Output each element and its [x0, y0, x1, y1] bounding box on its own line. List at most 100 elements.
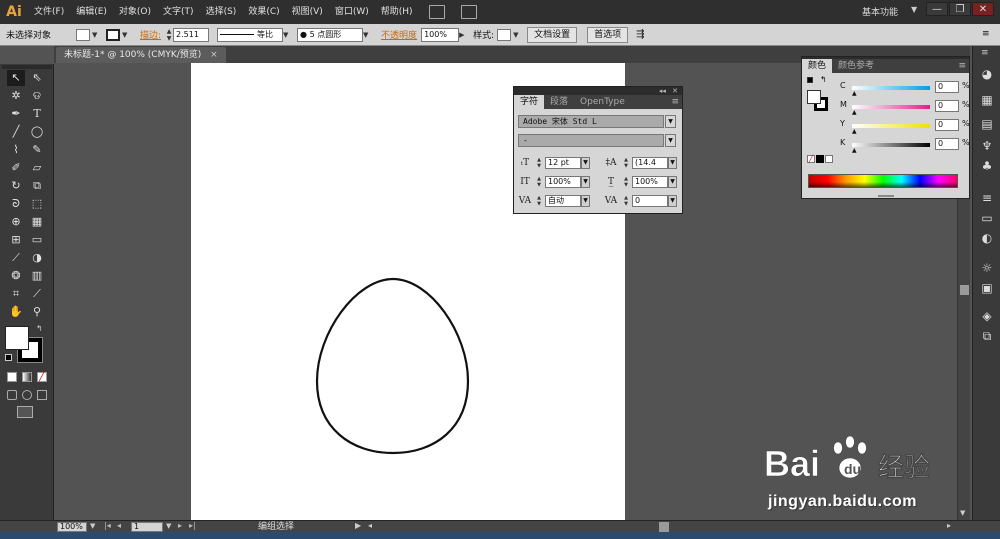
panel-fill-swatch[interactable] — [807, 90, 821, 104]
swap-colors-icon[interactable]: ↰ — [36, 324, 43, 333]
layers-panel-icon[interactable]: ◈ — [979, 308, 995, 324]
cyan-slider[interactable] — [852, 86, 930, 90]
maximize-button[interactable]: ❐ — [949, 2, 971, 16]
brush-select[interactable]: ● 5 点圆形 — [297, 27, 364, 42]
dock-menu-icon[interactable]: ≡ — [981, 48, 989, 58]
tracking-stepper[interactable]: ▲ ▼ — [622, 195, 630, 207]
previous-artboard-icon[interactable]: ◂ — [117, 521, 121, 530]
egg-path[interactable] — [315, 277, 470, 455]
slider-thumb-icon[interactable]: ▲ — [852, 147, 857, 154]
tab-opentype[interactable]: OpenType — [574, 95, 631, 109]
warp-tool-icon[interactable]: ᘐ — [7, 196, 25, 212]
stroke-profile-select[interactable]: 等比 — [217, 27, 284, 42]
column-graph-tool-icon[interactable]: ▥ — [28, 268, 46, 284]
menu-object[interactable]: 对象(O) — [113, 0, 157, 24]
tab-character[interactable]: 字符 — [514, 95, 545, 109]
direct-selection-tool-icon[interactable]: ⇖ — [28, 70, 46, 86]
chevron-down-icon[interactable]: ▼ — [122, 31, 130, 39]
none-color-swatch[interactable]: ╱ — [807, 155, 815, 163]
default-colors-icon[interactable] — [5, 354, 12, 361]
leading-stepper[interactable]: ▲ ▼ — [622, 157, 630, 169]
gradient-panel-icon[interactable]: ▭ — [979, 210, 995, 226]
chevron-down-icon[interactable]: ▶ — [459, 31, 467, 39]
chevron-down-icon[interactable]: ▼ — [363, 31, 371, 39]
chevron-down-icon[interactable]: ▼ — [665, 115, 676, 128]
transparency-panel-icon[interactable]: ◐ — [979, 230, 995, 246]
opacity-field[interactable]: 100% — [421, 27, 460, 42]
appearance-panel-icon[interactable]: ☼ — [979, 260, 995, 276]
menu-select[interactable]: 选择(S) — [200, 0, 243, 24]
arrange-documents-icon[interactable] — [460, 5, 477, 19]
symbols-panel-icon[interactable]: ♣ — [979, 158, 995, 174]
type-tool-icon[interactable]: T — [28, 106, 46, 122]
vertical-scale-field[interactable]: 100% — [545, 176, 581, 188]
menu-file[interactable]: 文件(F) — [28, 0, 70, 24]
slice-tool-icon[interactable]: ⟋ — [28, 286, 46, 302]
font-style-select[interactable]: - — [518, 134, 664, 147]
perspective-grid-tool-icon[interactable]: ▦ — [28, 214, 46, 230]
cyan-value-field[interactable]: 0 — [935, 81, 959, 93]
chevron-down-icon[interactable]: ▼ — [911, 5, 917, 14]
font-family-select[interactable]: Adobe 宋体 Std L — [518, 115, 664, 128]
kerning-stepper[interactable]: ▲ ▼ — [535, 195, 543, 207]
magenta-value-field[interactable]: 0 — [935, 100, 959, 112]
color-guide-panel-icon[interactable]: ▤ — [979, 116, 995, 132]
stroke-color-swatch[interactable] — [106, 28, 120, 41]
slider-thumb-icon[interactable]: ▲ — [852, 128, 857, 135]
close-icon[interactable]: ✕ — [672, 87, 678, 95]
gradient-mode-icon[interactable] — [22, 372, 32, 382]
tab-color[interactable]: 颜色 — [802, 59, 833, 73]
brushes-panel-icon[interactable]: ♆ — [979, 138, 995, 154]
leading-field[interactable]: (14.4 — [632, 157, 668, 169]
slider-thumb-icon[interactable]: ▲ — [852, 109, 857, 116]
panel-resize-grip[interactable] — [878, 195, 894, 197]
graphic-styles-panel-icon[interactable]: ▣ — [979, 280, 995, 296]
blob-brush-tool-icon[interactable]: ✐ — [7, 160, 25, 176]
swatches-panel-icon[interactable]: ▦ — [979, 92, 995, 108]
black-slider[interactable] — [852, 143, 930, 147]
horizontal-scroll-thumb[interactable] — [659, 522, 669, 532]
mesh-tool-icon[interactable]: ⊞ — [7, 232, 25, 248]
last-artboard-icon[interactable]: ▸| — [189, 521, 196, 530]
close-icon[interactable]: × — [210, 50, 218, 60]
screen-mode-icon[interactable] — [17, 406, 33, 418]
chevron-down-icon[interactable]: ▼ — [668, 157, 677, 169]
panel-titlebar[interactable]: ◂◂ ✕ — [514, 87, 682, 95]
status-menu-icon[interactable]: ▶ — [355, 521, 361, 530]
magic-wand-tool-icon[interactable]: ✲ — [7, 88, 25, 104]
menu-type[interactable]: 文字(T) — [157, 0, 200, 24]
menu-edit[interactable]: 编辑(E) — [70, 0, 113, 24]
draw-behind-icon[interactable] — [22, 390, 32, 400]
white-color-swatch[interactable] — [825, 155, 833, 163]
magenta-slider[interactable] — [852, 105, 930, 109]
lasso-tool-icon[interactable]: ଡ — [28, 88, 46, 104]
chevron-down-icon[interactable]: ▼ — [668, 176, 677, 188]
vertical-scale-stepper[interactable]: ▲ ▼ — [535, 176, 543, 188]
bridge-icon[interactable] — [428, 5, 445, 19]
scroll-left-icon[interactable]: ◂ — [368, 521, 372, 530]
blend-tool-icon[interactable]: ◑ — [28, 250, 46, 266]
chevron-down-icon[interactable]: ▼ — [513, 31, 521, 39]
chevron-down-icon[interactable]: ▼ — [581, 195, 590, 207]
style-swatch[interactable] — [497, 28, 512, 41]
tab-paragraph[interactable]: 段落 — [544, 95, 574, 109]
slider-thumb-icon[interactable]: ▲ — [852, 90, 857, 97]
swap-fill-stroke-icon[interactable]: ↰ — [820, 75, 827, 84]
pen-tool-icon[interactable]: ✒ — [7, 106, 25, 122]
chevron-down-icon[interactable]: ▼ — [166, 522, 171, 530]
color-spectrum[interactable] — [808, 174, 958, 188]
fill-swatch[interactable] — [5, 326, 29, 350]
none-mode-icon[interactable]: ╱ — [37, 372, 47, 382]
document-setup-button[interactable]: 文档设置 — [527, 26, 578, 43]
kerning-field[interactable]: 自动 — [545, 195, 581, 207]
artboard-number-field[interactable]: 1 — [131, 522, 163, 532]
fill-color-swatch[interactable] — [76, 28, 90, 41]
ellipse-tool-icon[interactable]: ◯ — [28, 124, 46, 140]
chevron-down-icon[interactable]: ▼ — [665, 134, 676, 147]
font-size-stepper[interactable]: ▲ ▼ — [535, 157, 543, 169]
color-panel-icon[interactable]: ◕ — [979, 66, 995, 82]
minimize-button[interactable]: — — [926, 2, 948, 16]
scroll-down-icon[interactable]: ▼ — [960, 509, 965, 517]
chevron-down-icon[interactable]: ▼ — [668, 195, 677, 207]
zoom-field[interactable]: 100% — [57, 522, 87, 532]
